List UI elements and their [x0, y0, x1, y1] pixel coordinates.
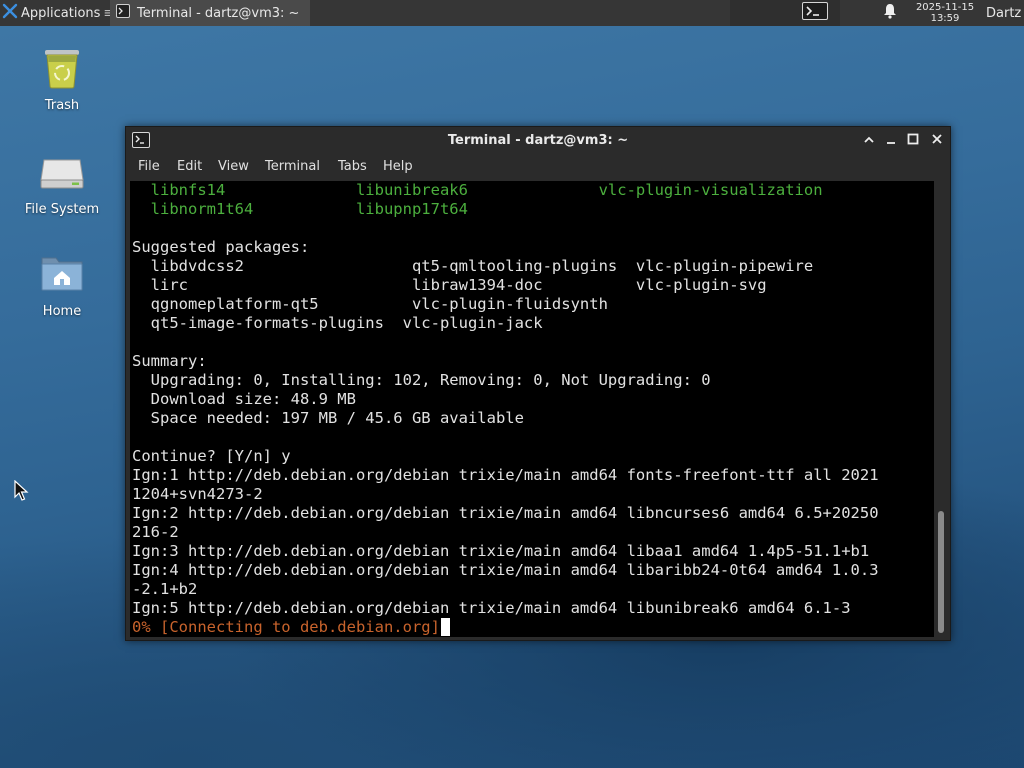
- terminal-line: Summary:: [132, 352, 207, 370]
- chevron-up-icon: [863, 133, 875, 149]
- trash-icon: [38, 44, 86, 92]
- desktop-icon-file-system[interactable]: File System: [7, 148, 117, 217]
- terminal-line: Ign:1 http://deb.debian.org/debian trixi…: [132, 466, 879, 484]
- terminal-line: 216-2: [132, 523, 179, 541]
- terminal-line: Ign:5 http://deb.debian.org/debian trixi…: [132, 599, 851, 617]
- terminal-line: Suggested packages:: [132, 238, 310, 256]
- menu-view[interactable]: View: [218, 159, 249, 174]
- top-panel: Applications ≡ Terminal - dartz@vm3: ~ 2…: [0, 0, 1024, 26]
- taskbar-terminal-button[interactable]: Terminal - dartz@vm3: ~: [110, 0, 310, 26]
- applications-label: Applications: [21, 5, 101, 21]
- xfce-logo-icon: [2, 3, 18, 23]
- terminal-progress-line: 0% [Connecting to deb.debian.org]: [132, 618, 879, 637]
- window-close-button[interactable]: [928, 132, 946, 150]
- scrollbar-thumb[interactable]: [938, 511, 944, 633]
- terminal-line: qgnomeplatform-qt5 vlc-plugin-fluidsynth: [132, 295, 608, 313]
- clock[interactable]: 2025-11-15 13:59: [908, 0, 982, 26]
- terminal-line: Upgrading: 0, Installing: 102, Removing:…: [132, 371, 711, 389]
- window-title: Terminal - dartz@vm3: ~: [447, 133, 629, 148]
- bell-icon: [883, 3, 897, 23]
- home-folder-icon: [38, 250, 86, 298]
- terminal-line: libnorm1t64 libupnp17t64: [132, 200, 468, 218]
- terminal-scrollbar[interactable]: [936, 181, 948, 637]
- user-menu-button[interactable]: Dartz: [986, 0, 1024, 26]
- terminal-launcher-icon: [802, 2, 828, 24]
- desktop-icon-label: Home: [42, 304, 82, 319]
- terminal-launcher-button[interactable]: [790, 0, 840, 26]
- panel-spacer: [730, 0, 790, 26]
- close-icon: [931, 133, 943, 149]
- terminal-lines: libnfs14 libunibreak6 vlc-plugin-visuali…: [132, 181, 879, 637]
- drive-icon: [38, 148, 86, 196]
- applications-menu-button[interactable]: Applications ≡: [0, 0, 114, 26]
- terminal-line: Ign:4 http://deb.debian.org/debian trixi…: [132, 561, 879, 579]
- menu-help[interactable]: Help: [383, 159, 413, 174]
- terminal-line: Download size: 48.9 MB: [132, 390, 356, 408]
- window-shade-button[interactable]: [860, 132, 878, 150]
- terminal-window: Terminal - dartz@vm3: ~ File Edit View T…: [125, 126, 951, 641]
- desktop-icon-trash[interactable]: Trash: [7, 44, 117, 113]
- maximize-icon: [907, 133, 919, 149]
- menu-terminal[interactable]: Terminal: [265, 159, 320, 174]
- terminal-line: Space needed: 197 MB / 45.6 GB available: [132, 409, 524, 427]
- desktop: Applications ≡ Terminal - dartz@vm3: ~ 2…: [0, 0, 1024, 768]
- terminal-line: lirc libraw1394-doc vlc-plugin-svg: [132, 276, 767, 294]
- desktop-icon-label: Trash: [44, 98, 80, 113]
- terminal-icon: [116, 4, 130, 22]
- window-maximize-button[interactable]: [904, 132, 922, 150]
- desktop-icon-label: File System: [24, 202, 100, 217]
- mouse-pointer-icon: [14, 479, 30, 506]
- window-titlebar[interactable]: Terminal - dartz@vm3: ~: [126, 127, 950, 155]
- menu-file[interactable]: File: [138, 159, 160, 174]
- desktop-icon-home[interactable]: Home: [7, 250, 117, 319]
- menu-edit[interactable]: Edit: [177, 159, 202, 174]
- clock-date: 2025-11-15: [915, 2, 975, 13]
- terminal-output[interactable]: libnfs14 libunibreak6 vlc-plugin-visuali…: [130, 181, 934, 637]
- taskbar-terminal-label: Terminal - dartz@vm3: ~: [137, 5, 300, 21]
- clock-time: 13:59: [930, 13, 960, 24]
- text-cursor: [440, 618, 450, 636]
- terminal-line: Ign:2 http://deb.debian.org/debian trixi…: [132, 504, 879, 522]
- terminal-line: qt5-image-formats-plugins vlc-plugin-jac…: [132, 314, 543, 332]
- notifications-button[interactable]: [876, 0, 904, 26]
- terminal-line: Ign:3 http://deb.debian.org/debian trixi…: [132, 542, 870, 560]
- terminal-line: libnfs14 libunibreak6 vlc-plugin-visuali…: [132, 181, 823, 199]
- terminal-line: 1204+svn4273-2: [132, 485, 263, 503]
- terminal-line: -2.1+b2: [132, 580, 198, 598]
- progress-text: 0% [Connecting to deb.debian.org]: [132, 618, 440, 636]
- menu-tabs[interactable]: Tabs: [338, 159, 367, 174]
- terminal-line: libdvdcss2 qt5-qmltooling-plugins vlc-pl…: [132, 257, 814, 275]
- minimize-icon: [885, 133, 897, 149]
- menu-bar: File Edit View Terminal Tabs Help: [126, 155, 950, 179]
- window-minimize-button[interactable]: [882, 132, 900, 150]
- terminal-line: Continue? [Y/n] y: [132, 447, 291, 465]
